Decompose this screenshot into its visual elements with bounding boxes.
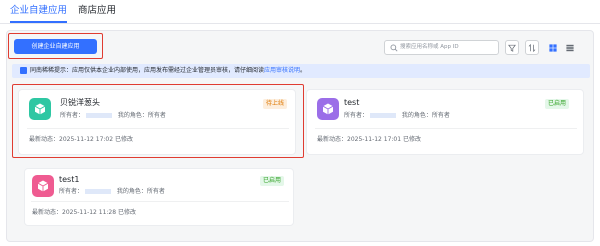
app-icon (29, 98, 51, 120)
owner-label: 所有者： (60, 112, 85, 119)
app-cube-icon (34, 103, 46, 115)
owner-redacted (370, 113, 397, 118)
my-role: 我的角色：所有者 (401, 112, 450, 119)
app-meta: 所有者： 我的角色：所有者 (59, 188, 165, 196)
app-card[interactable]: test1 所有者： 我的角色：所有者 已启用 最新动态：2025-11-12 … (24, 168, 294, 226)
sort-icon (528, 43, 536, 52)
app-meta: 所有者： 我的角色：所有者 (344, 112, 450, 120)
app-name: test (344, 98, 360, 107)
app-cube-icon (322, 103, 334, 115)
info-icon (20, 67, 27, 74)
list-view-button[interactable] (562, 40, 577, 55)
app-cube-icon (37, 180, 49, 192)
create-app-button[interactable]: 创建企业自建应用 (14, 39, 97, 54)
app-card[interactable]: 贝锐洋葱头 所有者： 我的角色：所有者 待上线 最新动态：2025-11-12 … (18, 89, 296, 155)
app-name: 贝锐洋葱头 (60, 98, 100, 107)
list-view-icon (565, 44, 574, 51)
status-badge: 待上线 (263, 99, 288, 109)
status-badge: 已启用 (260, 176, 285, 186)
my-role: 我的角色：所有者 (117, 112, 166, 119)
owner-label: 所有者： (344, 112, 369, 119)
tab-self-built-apps[interactable]: 企业自建应用 (10, 5, 67, 17)
owner-label: 所有者： (59, 188, 84, 195)
tab-bar: 企业自建应用 商店应用 (0, 0, 600, 24)
filter-button[interactable] (505, 40, 519, 55)
app-name: test1 (59, 175, 80, 184)
last-updated: 最新动态：2025-11-12 11:28 已修改 (32, 209, 136, 216)
app-icon (32, 175, 54, 197)
tab-store-apps[interactable]: 商店应用 (78, 5, 116, 17)
status-badge: 已启用 (545, 99, 570, 109)
card-divider (31, 201, 289, 202)
notice-message: 同南稀稀提示：应用仅供本企业内部使用，应用发布需经过企业管理员审核，请仔细阅读 (30, 67, 265, 74)
notice-suffix: 。 (300, 67, 307, 74)
owner-redacted (86, 113, 113, 118)
card-divider (27, 128, 289, 129)
card-divider (315, 128, 577, 129)
app-meta: 所有者： 我的角色：所有者 (60, 112, 166, 120)
last-updated: 最新动态：2025-11-12 17:01 已修改 (317, 136, 421, 143)
owner-redacted (85, 189, 112, 194)
app-card[interactable]: test 所有者： 我的角色：所有者 已启用 最新动态：2025-11-12 1… (306, 89, 584, 155)
view-toggle (545, 40, 578, 55)
search-input[interactable]: 搜索应用名称或 App ID (384, 40, 499, 55)
grid-view-button[interactable] (545, 40, 560, 55)
search-placeholder: 搜索应用名称或 App ID (400, 44, 459, 50)
filter-icon (508, 44, 516, 52)
grid-view-icon (548, 43, 557, 52)
last-updated: 最新动态：2025-11-12 17:02 已修改 (29, 136, 133, 143)
my-role: 我的角色：所有者 (116, 188, 165, 195)
app-icon (317, 98, 339, 120)
notice-text: 同南稀稀提示：应用仅供本企业内部使用，应用发布需经过企业管理员审核，请仔细阅读应… (30, 65, 306, 77)
active-tab-indicator (10, 21, 67, 23)
sort-button[interactable] (525, 40, 539, 55)
review-guide-link[interactable]: 应用审核说明 (264, 67, 300, 74)
search-icon (390, 44, 398, 52)
